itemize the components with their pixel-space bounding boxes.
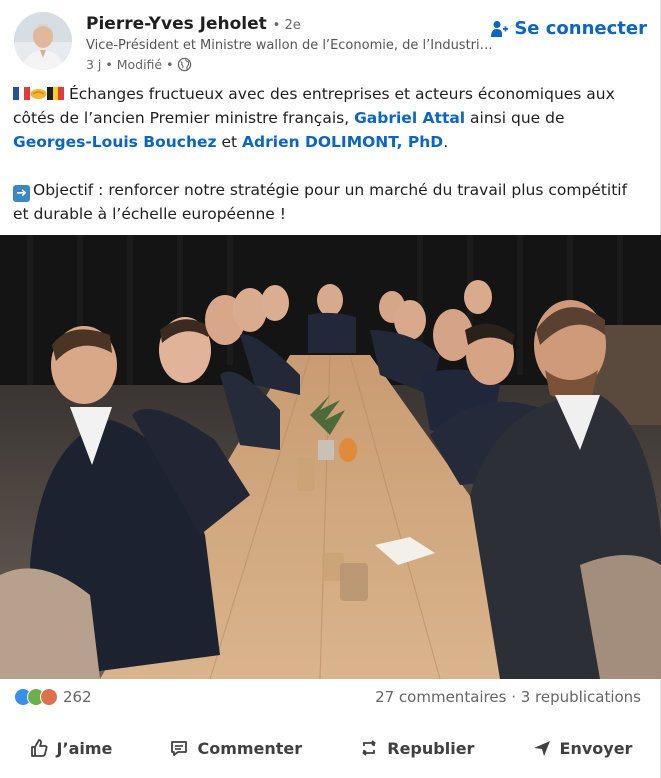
comment-icon (171, 741, 188, 756)
author-line: Pierre-Yves Jeholet • 2e (86, 14, 301, 34)
mention-georges-louis-bouchez[interactable]: Georges-Louis Bouchez (13, 133, 217, 151)
comment-repost-stats[interactable]: 27 commentaires · 3 republications (375, 688, 641, 706)
repost-icon (362, 740, 377, 756)
add-user-icon (491, 20, 509, 37)
mention-gabriel-attal[interactable]: Gabriel Attal (354, 109, 465, 127)
post-text-objective: Objectif : renforcer notre stratégie pou… (13, 181, 628, 223)
like-icon (30, 739, 48, 757)
post-card: Pierre-Yves Jeholet • 2e Vice-Président … (0, 0, 661, 778)
social-counts: 262 27 commentaires · 3 republications (14, 688, 641, 710)
arrow-right-icon: ➜ (13, 185, 30, 202)
handshake-icon (30, 89, 47, 99)
action-bar: J’aime Commenter Republier Envoyer (0, 728, 661, 768)
repost-label: Republier (387, 738, 475, 758)
post-time: 3 j • Modifié • (86, 57, 174, 72)
author-headline: Vice-Président et Ministre wallon de l’É… (86, 38, 496, 53)
post-meta: 3 j • Modifié • (86, 57, 192, 72)
post-image[interactable] (0, 235, 661, 679)
send-button[interactable]: Envoyer (522, 732, 643, 764)
globe-icon (178, 57, 192, 72)
like-button[interactable]: J’aime (19, 732, 123, 764)
avatar[interactable] (14, 12, 72, 70)
reaction-count: 262 (63, 688, 92, 706)
post-text-end: . (443, 133, 449, 151)
author-name[interactable]: Pierre-Yves Jeholet (86, 14, 267, 34)
send-label: Envoyer (559, 738, 633, 758)
comment-button[interactable]: Commenter (159, 732, 312, 764)
repost-button[interactable]: Republier (349, 732, 484, 764)
connect-button[interactable]: Se connecter (491, 18, 647, 39)
post-paragraph-1: Échanges fructueux avec des entreprises … (13, 82, 645, 154)
belgium-flag-icon (47, 87, 64, 100)
post-header: Pierre-Yves Jeholet • 2e Vice-Président … (14, 12, 647, 72)
mention-adrien-dolimont[interactable]: Adrien DOLIMONT, PhD (242, 133, 443, 151)
connection-degree: • 2e (272, 18, 301, 33)
send-icon (533, 741, 550, 756)
like-label: J’aime (56, 738, 113, 758)
love-reaction-icon (40, 688, 58, 706)
connect-label: Se connecter (514, 18, 647, 39)
post-text: Échanges fructueux avec des entreprises … (13, 82, 645, 226)
post-text-and: et (216, 133, 243, 151)
post-text-mid: ainsi que de (465, 109, 565, 127)
france-flag-icon (13, 87, 30, 100)
reactions-summary[interactable]: 262 (14, 688, 92, 706)
post-paragraph-2: ➜ Objectif : renforcer notre stratégie po… (13, 178, 645, 226)
comment-label: Commenter (197, 738, 303, 758)
